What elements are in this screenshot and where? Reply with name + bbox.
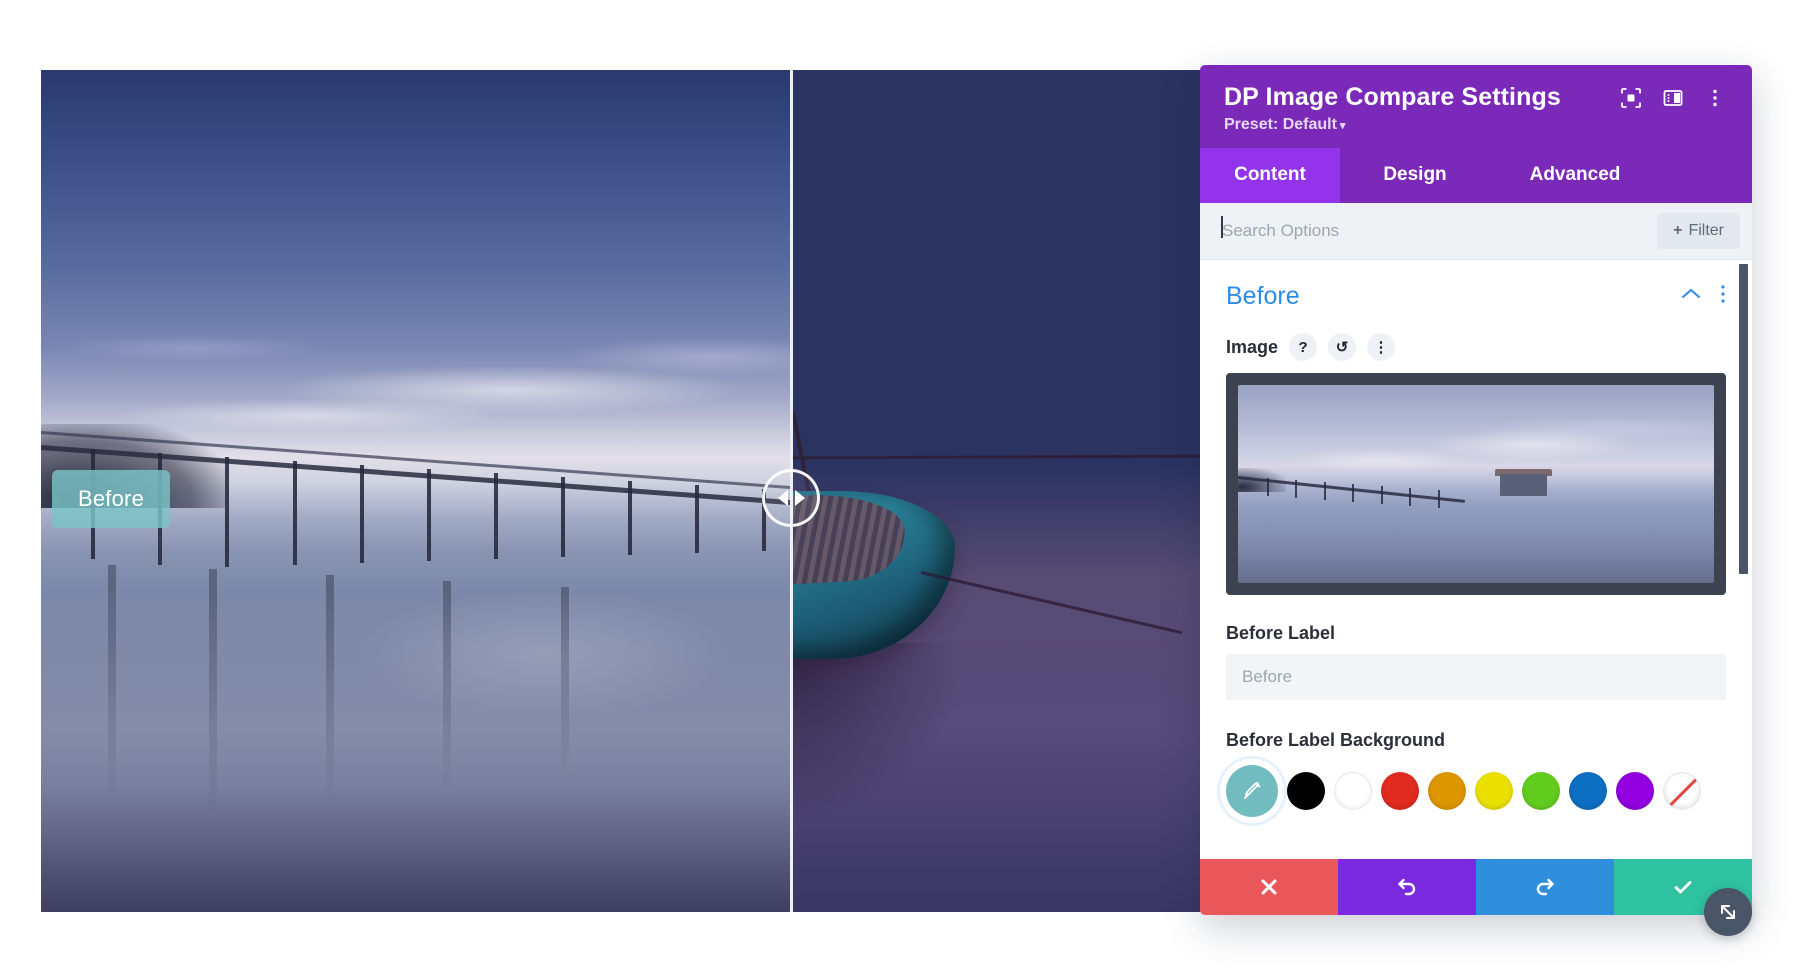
thumbnail-pier-post: [1380, 485, 1383, 504]
swatch-yellow[interactable]: [1475, 772, 1513, 810]
swatch-purple[interactable]: [1616, 772, 1654, 810]
pier-post: [292, 460, 297, 565]
before-label-input[interactable]: [1226, 654, 1726, 700]
chevron-up-icon[interactable]: [1680, 287, 1702, 306]
modal-header: DP Image Compare Settings Preset: Defaul…: [1200, 65, 1752, 148]
scrollbar-track[interactable]: [1739, 260, 1750, 859]
pier-post: [359, 464, 364, 563]
cancel-button[interactable]: [1200, 859, 1338, 915]
before-image-clip: Before: [41, 70, 790, 912]
before-image-beach: [41, 625, 790, 912]
swatch-blue[interactable]: [1569, 772, 1607, 810]
tab-content[interactable]: Content: [1200, 148, 1340, 203]
filter-button-label: Filter: [1688, 222, 1724, 239]
redo-button[interactable]: [1476, 859, 1614, 915]
swatch-white[interactable]: [1334, 772, 1372, 810]
preset-label: Preset: Default: [1224, 116, 1337, 133]
pier-post: [560, 476, 565, 557]
screen: Before DP Image Compare Settings Preset:…: [0, 0, 1800, 980]
thumbnail-water: [1238, 493, 1714, 583]
focus-target-icon[interactable]: [1620, 87, 1642, 109]
thumbnail-pier-post: [1266, 478, 1269, 496]
swatch-black[interactable]: [1287, 772, 1325, 810]
filter-button[interactable]: + Filter: [1657, 213, 1740, 249]
chevron-down-icon: ▾: [1339, 120, 1346, 132]
text-cursor: [1221, 216, 1223, 238]
tab-advanced[interactable]: Advanced: [1490, 148, 1660, 203]
compare-slider-handle[interactable]: [762, 469, 820, 527]
resize-diagonal-icon[interactable]: [1704, 888, 1752, 936]
before-label-badge: Before: [52, 470, 171, 528]
help-icon[interactable]: ?: [1289, 333, 1318, 361]
pier-post: [225, 456, 230, 567]
modal-tabs: Content Design Advanced: [1200, 148, 1752, 203]
image-thumbnail: [1238, 385, 1714, 583]
settings-content: Before Image ? ↺ ⋮ Before Label Before B…: [1200, 260, 1752, 817]
image-field-label: Image: [1226, 336, 1279, 357]
settings-modal: DP Image Compare Settings Preset: Defaul…: [1200, 65, 1752, 915]
thumbnail-boathouse: [1499, 474, 1548, 496]
swatch-red[interactable]: [1381, 772, 1419, 810]
pier-reflection: [560, 586, 569, 777]
pier-post: [695, 484, 700, 553]
pier-reflection: [443, 580, 452, 791]
settings-scroll-area: Before Image ? ↺ ⋮ Before Label Before B…: [1200, 260, 1752, 859]
image-field-header: Image ? ↺ ⋮: [1226, 333, 1726, 361]
modal-action-bar: [1200, 859, 1752, 915]
pier-reflection: [208, 568, 217, 819]
plus-icon: +: [1673, 222, 1683, 239]
search-bar: + Filter: [1200, 203, 1752, 260]
section-title: Before: [1226, 282, 1300, 310]
pier-post: [627, 480, 632, 555]
more-vertical-icon[interactable]: [1704, 87, 1726, 109]
modal-header-actions: [1620, 87, 1728, 109]
image-upload-preview[interactable]: [1226, 373, 1726, 595]
tab-design[interactable]: Design: [1340, 148, 1490, 203]
eyedropper-current-color[interactable]: [1226, 765, 1278, 817]
swatch-none[interactable]: [1663, 772, 1701, 810]
before-label-field-label: Before Label: [1226, 623, 1336, 643]
triangle-left-icon: [777, 490, 788, 506]
thumbnail-pier-post: [1352, 484, 1355, 502]
preset-selector[interactable]: Preset: Default ▾: [1224, 116, 1728, 134]
thumbnail-pier-post: [1323, 482, 1326, 500]
pier-reflection: [108, 564, 117, 805]
before-label-background-label: Before Label Background: [1226, 730, 1446, 750]
section-header-before[interactable]: Before: [1226, 282, 1726, 311]
before-label-background-field: Before Label Background: [1226, 730, 1726, 817]
pier-post: [493, 472, 498, 559]
pier-reflection: [326, 574, 335, 805]
thumbnail-pier-post: [1295, 480, 1298, 498]
color-swatch-row: [1226, 765, 1726, 817]
thumbnail-pier-post: [1409, 487, 1412, 506]
swatch-green[interactable]: [1522, 772, 1560, 810]
thumbnail-pier-post: [1437, 489, 1440, 508]
panel-layout-icon[interactable]: [1662, 87, 1684, 109]
before-label-field: Before Label: [1226, 623, 1726, 700]
pier-post: [426, 468, 431, 561]
field-more-vertical-icon[interactable]: ⋮: [1367, 333, 1396, 361]
swatch-orange[interactable]: [1428, 772, 1466, 810]
modal-title: DP Image Compare Settings: [1224, 83, 1561, 111]
undo-button[interactable]: [1338, 859, 1476, 915]
scrollbar-thumb[interactable]: [1739, 264, 1748, 574]
section-more-vertical-icon[interactable]: [1720, 283, 1726, 310]
reset-icon[interactable]: ↺: [1328, 333, 1357, 361]
search-input[interactable]: [1222, 221, 1658, 241]
triangle-right-icon: [794, 490, 805, 506]
